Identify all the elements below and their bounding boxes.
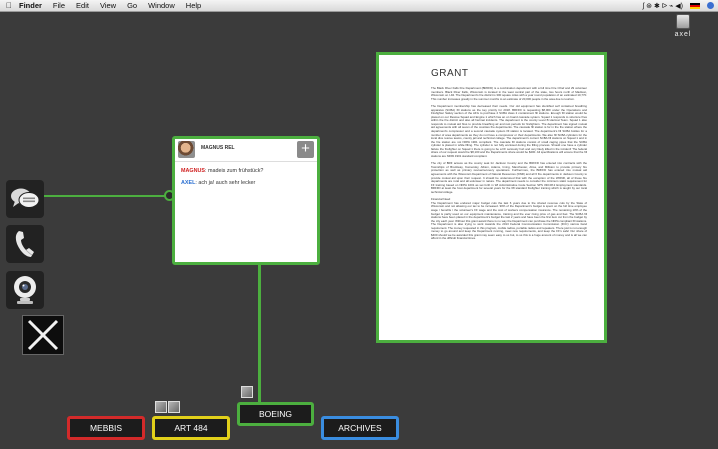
close-tool[interactable] [22, 315, 64, 355]
avatar[interactable] [178, 141, 195, 158]
participant-thumbnail[interactable] [241, 386, 253, 398]
document-panel[interactable]: GRANT The Black River Falls Fire Departm… [376, 52, 607, 343]
document-paragraph: The Department has endured major budget … [431, 200, 587, 241]
chat-message: MAGNUS: madeis zum frühstück? [181, 168, 264, 174]
tab-connector-line [258, 265, 261, 403]
tab-mebbis[interactable]: MEBBIS [67, 416, 145, 440]
document-paragraph: The city of BRF access as the county sea… [431, 161, 587, 194]
apple-icon[interactable]:  [6, 1, 12, 10]
menu-go[interactable]: Go [127, 1, 137, 10]
status-icons[interactable]: ʃ ⊛ ✱ ᐅ ⌁ ◀) [643, 2, 683, 10]
spotlight-icon[interactable] [707, 2, 714, 9]
document-paragraph: The Department membership has decreased … [431, 104, 587, 158]
menu-help[interactable]: Help [186, 1, 201, 10]
chat-bubbles-icon [11, 188, 40, 208]
menu-view[interactable]: View [100, 1, 116, 10]
tab-art-484[interactable]: ART 484 [152, 416, 230, 440]
menu-file[interactable]: File [53, 1, 65, 10]
add-button[interactable]: + [297, 141, 314, 158]
contact-name: MAGNUS REL [201, 145, 235, 151]
tab-archives[interactable]: ARCHIVES [321, 416, 399, 440]
webcam-icon [14, 276, 36, 304]
document-paragraph: The Black River Falls Fire Department (B… [431, 86, 587, 101]
phone-tool[interactable] [6, 225, 44, 263]
menu-finder[interactable]: Finder [19, 1, 42, 10]
menu-bar:  Finder File Edit View Go Window Help ʃ… [0, 0, 718, 12]
participant-thumbnail[interactable] [155, 401, 167, 413]
menu-window[interactable]: Window [148, 1, 175, 10]
chat-message: AXEL: ach ja! auch sehr lecker [181, 180, 256, 186]
disk-label: axel [674, 31, 692, 38]
desktop-disk[interactable]: axel [670, 14, 696, 38]
tab-boeing[interactable]: BOEING [237, 402, 314, 426]
message-author: AXEL [181, 180, 196, 186]
message-text: madeis zum frühstück? [207, 168, 264, 174]
menu-extras: ʃ ⊛ ✱ ᐅ ⌁ ◀) [643, 0, 714, 11]
chat-header: MAGNUS REL + [175, 139, 317, 162]
message-author: MAGNUS [181, 168, 205, 174]
document-body: The Black River Falls Fire Department (B… [431, 86, 587, 245]
participant-thumbnail[interactable] [168, 401, 180, 413]
chat-tool[interactable] [6, 180, 44, 218]
phone-icon [15, 231, 34, 257]
hard-drive-icon [676, 14, 690, 29]
webcam-tool[interactable] [6, 271, 44, 309]
close-icon [27, 319, 59, 351]
message-text: ach ja! auch sehr lecker [198, 180, 256, 186]
input-flag-icon[interactable] [690, 2, 700, 9]
menu-edit[interactable]: Edit [76, 1, 89, 10]
tool-connector-line [44, 195, 172, 197]
document-title: GRANT [431, 68, 469, 79]
chat-panel: MAGNUS REL + MAGNUS: madeis zum frühstüc… [172, 136, 320, 265]
